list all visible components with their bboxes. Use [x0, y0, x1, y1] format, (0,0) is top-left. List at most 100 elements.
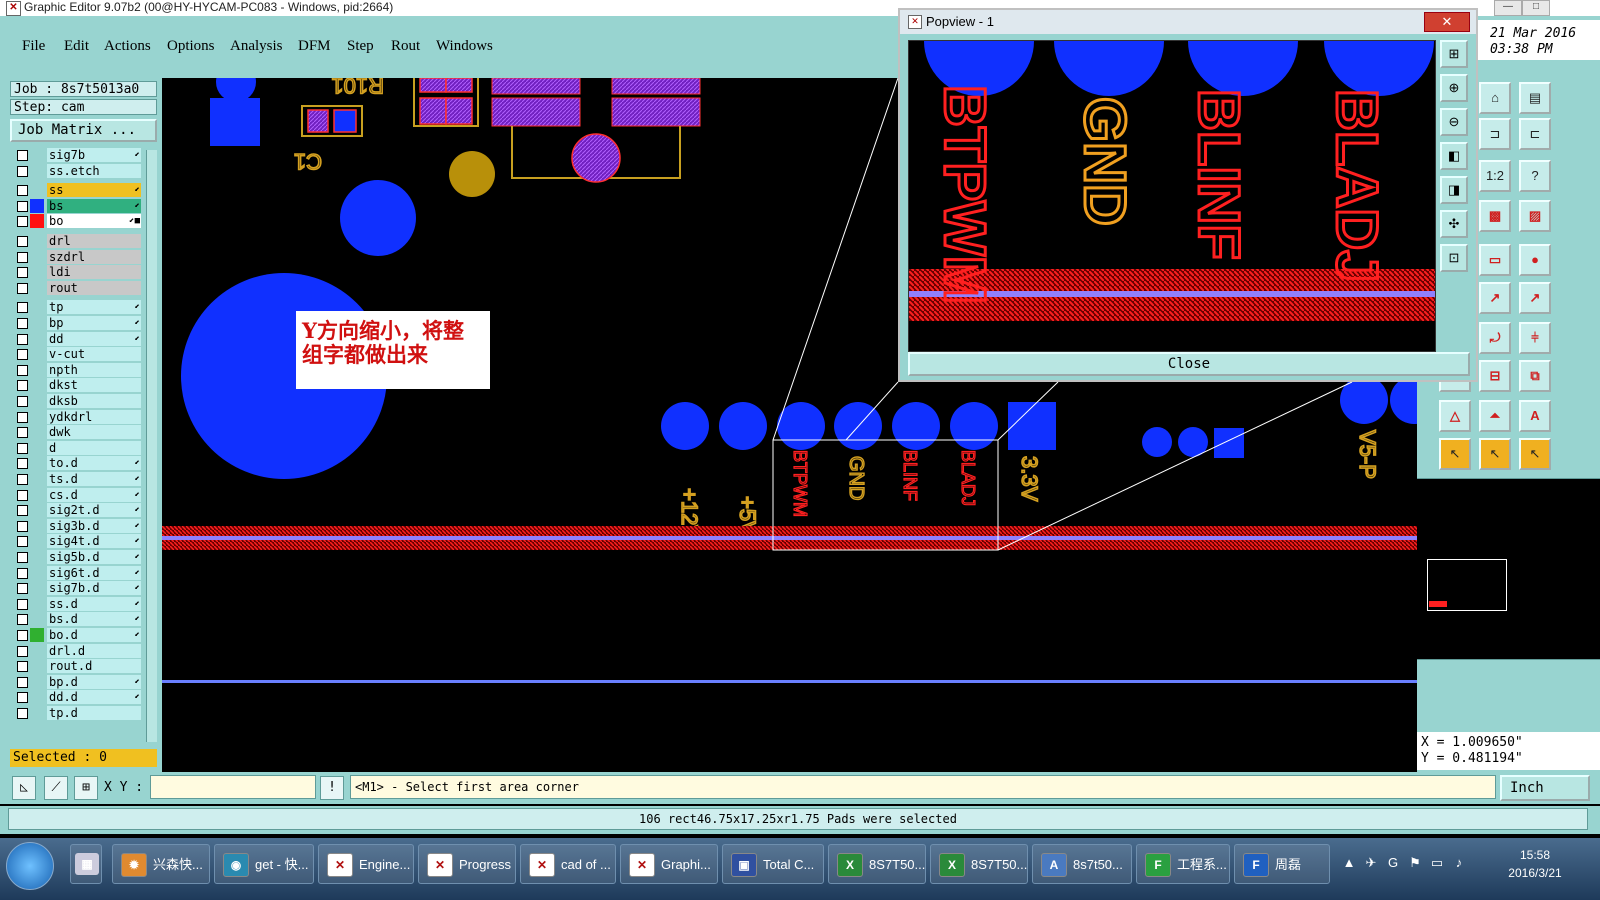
pointer-icon[interactable]: ↖ — [1439, 438, 1471, 470]
layer-row[interactable]: tp ⬋ — [12, 300, 146, 315]
taskbar-pinned-calculator[interactable]: ▦ — [70, 844, 102, 884]
popview-close-x[interactable]: ✕ — [1424, 12, 1470, 32]
taskbar-item[interactable]: F 周磊 — [1234, 844, 1330, 884]
menu-rout[interactable]: Rout — [391, 38, 420, 55]
unit-selector[interactable]: Inch — [1500, 775, 1590, 801]
layer-row[interactable]: sig2t.d ⬋ — [12, 503, 146, 518]
popview-close-button[interactable]: Close — [908, 352, 1470, 376]
layer-checkbox[interactable] — [17, 318, 28, 329]
taskbar-item[interactable]: ✕ Graphi... — [620, 844, 718, 884]
layer-name[interactable]: dksb — [47, 394, 141, 408]
layer-name[interactable]: v-cut — [47, 347, 141, 362]
layer-name[interactable]: ldi — [47, 265, 141, 280]
layer-row[interactable]: npth — [12, 362, 146, 377]
layer-name[interactable]: cs.d — [47, 487, 141, 502]
taskbar-item[interactable]: ✕ cad of ... — [520, 844, 616, 884]
layer-checkbox[interactable] — [17, 614, 28, 626]
layer-row[interactable]: bp.d ⬋ — [12, 674, 146, 689]
split-icon[interactable]: ⊟ — [1479, 360, 1511, 392]
layer-row[interactable]: d — [12, 440, 146, 455]
net-tool-icon[interactable]: ▩ — [1479, 200, 1511, 232]
popview-zoom-in-icon[interactable]: ⊕ — [1440, 74, 1468, 102]
layer-checkbox[interactable] — [17, 349, 28, 361]
layer-row[interactable]: ts.d ⬋ — [12, 472, 146, 486]
layer-name[interactable]: sig7b — [47, 148, 141, 162]
layer-name[interactable]: bp.d — [47, 674, 141, 689]
taskbar-item[interactable]: ▣ Total C... — [722, 844, 824, 884]
layer-name[interactable]: bs — [47, 198, 141, 213]
pointer-edit-icon[interactable]: ↖ — [1519, 438, 1551, 470]
layer-row[interactable]: bs.d ⬋ — [12, 612, 146, 627]
menu-windows[interactable]: Windows — [436, 38, 493, 55]
layer-row[interactable]: rout.d — [12, 659, 146, 674]
layer-row[interactable]: to.d ⬋ — [12, 456, 146, 471]
layer-checkbox[interactable] — [17, 185, 28, 197]
grid-icon[interactable]: ⊞ — [74, 776, 98, 800]
layer-name[interactable]: sig2t.d — [47, 503, 141, 518]
layer-checkbox[interactable] — [17, 251, 28, 263]
layer-name[interactable]: tp — [47, 300, 141, 315]
layer-list-scrollbar[interactable] — [146, 150, 157, 742]
layer-name[interactable]: sig5b.d — [47, 550, 141, 564]
menu-file[interactable]: File — [22, 38, 45, 55]
layer-checkbox[interactable] — [17, 442, 28, 454]
layer-name[interactable]: drl — [47, 234, 141, 248]
layer-row[interactable]: bo.d ⬋ — [12, 628, 146, 642]
layer-name[interactable]: d — [47, 440, 141, 455]
layer-row[interactable]: szdrl — [12, 249, 146, 264]
layer-checkbox[interactable] — [17, 458, 28, 470]
layer-row[interactable]: bs ⬋ — [12, 198, 146, 213]
layer-checkbox[interactable] — [17, 583, 28, 595]
layer-checkbox[interactable] — [17, 333, 28, 345]
layer-checkbox[interactable] — [17, 200, 28, 212]
layer-row[interactable]: drl — [12, 234, 146, 248]
ruler-icon[interactable]: ▭ — [1479, 244, 1511, 276]
layer-row[interactable]: v-cut — [12, 347, 146, 362]
layer-row[interactable]: dwk — [12, 425, 146, 440]
taskbar-item[interactable]: A 8s7t50... — [1032, 844, 1132, 884]
layer-row[interactable]: bp ⬋ — [12, 316, 146, 330]
layer-name[interactable]: szdrl — [47, 249, 141, 264]
popview-pan-right-icon[interactable]: ◨ — [1440, 176, 1468, 204]
triangle-icon[interactable]: △ — [1439, 400, 1471, 432]
layer-checkbox[interactable] — [17, 567, 28, 579]
layer-checkbox[interactable] — [17, 427, 28, 439]
copy-icon[interactable]: ⧉ — [1519, 360, 1551, 392]
layer-name[interactable]: dkst — [47, 378, 141, 393]
xy-input[interactable] — [150, 775, 316, 799]
layer-name[interactable]: drl.d — [47, 643, 141, 658]
vector-red-icon[interactable]: ↗ — [1519, 282, 1551, 314]
taskbar-item[interactable]: X 8S7T50... — [828, 844, 926, 884]
layer-name[interactable]: sig4t.d — [47, 534, 141, 549]
layer-checkbox[interactable] — [17, 489, 28, 501]
pattern-tool-icon[interactable]: ▨ — [1519, 200, 1551, 232]
minimap[interactable] — [1417, 478, 1600, 660]
popview-pan-left-icon[interactable]: ◧ — [1440, 142, 1468, 170]
measure-icon[interactable]: ⟋ — [44, 776, 68, 800]
taskbar-item[interactable]: ◉ get - 快... — [214, 844, 314, 884]
taskbar-item[interactable]: X 8S7T50... — [930, 844, 1028, 884]
menu-step[interactable]: Step — [347, 38, 374, 55]
layer-checkbox[interactable] — [17, 236, 28, 247]
layer-checkbox[interactable] — [17, 661, 28, 673]
layer-name[interactable]: dd — [47, 331, 141, 346]
dot-icon[interactable]: ● — [1519, 244, 1551, 276]
layer-row[interactable]: ss ⬋ — [12, 183, 146, 198]
menu-options[interactable]: Options — [167, 38, 215, 55]
layer-name[interactable]: sig7b.d — [47, 581, 141, 596]
layer-checkbox[interactable] — [17, 708, 28, 719]
taskbar-clock[interactable]: 15:58 2016/3/21 — [1480, 846, 1590, 882]
layer-name[interactable]: ss — [47, 183, 141, 198]
layer-row[interactable]: ss.etch — [12, 163, 146, 178]
add-point-icon[interactable]: ⏶ — [1479, 400, 1511, 432]
popview-center-icon[interactable]: ⊡ — [1440, 244, 1468, 272]
close-tool-icon[interactable]: ⊏ — [1519, 118, 1551, 150]
layer-row[interactable]: dksb — [12, 394, 146, 408]
tray-app-icon[interactable]: G — [1384, 854, 1402, 872]
layer-checkbox[interactable] — [17, 165, 28, 177]
layer-checkbox[interactable] — [17, 474, 28, 485]
popview-zoom-fit-icon[interactable]: ⊞ — [1440, 40, 1468, 68]
layer-checkbox[interactable] — [17, 380, 28, 392]
layer-name[interactable]: sig3b.d — [47, 518, 141, 533]
popview-zoom-out-icon[interactable]: ⊖ — [1440, 108, 1468, 136]
